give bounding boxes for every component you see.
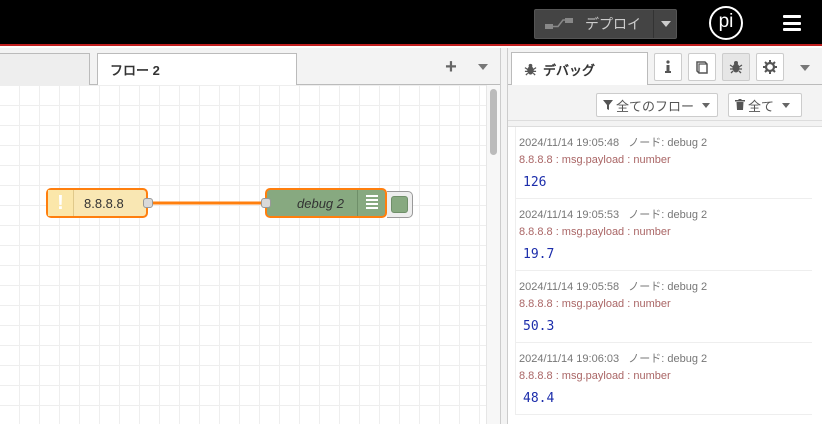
canvas-scrollbar[interactable] (486, 85, 500, 424)
gear-icon[interactable] (756, 53, 784, 81)
filter-dropdown[interactable]: 全てのフロー (596, 93, 718, 117)
deploy-button[interactable]: デプロイ (534, 9, 677, 39)
main-menu-icon[interactable] (783, 15, 801, 31)
message-value[interactable]: 48.4 (523, 391, 554, 406)
inject-node-label: 8.8.8.8 (84, 196, 124, 211)
menu-bar (783, 28, 801, 31)
sidebar-tabs: デバッグ (508, 48, 822, 86)
clear-chevron-down-icon (782, 102, 791, 108)
debug-message[interactable]: 2024/11/14 19:05:53 ノード: debug 2 8.8.8.8… (515, 199, 812, 271)
message-value[interactable]: 50.3 (523, 319, 554, 334)
message-value[interactable]: 126 (523, 175, 546, 190)
debug-input-port[interactable] (261, 198, 271, 208)
message-topic[interactable]: 8.8.8.8 : msg.payload : number (519, 298, 671, 310)
trash-icon (735, 98, 745, 113)
message-meta: 2024/11/14 19:05:53 ノード: debug 2 (519, 209, 708, 221)
sidebar-chevron-down-icon[interactable] (800, 65, 810, 71)
list-icon (357, 190, 385, 216)
menu-bar (783, 21, 801, 25)
inject-output-port[interactable] (143, 198, 153, 208)
sidebar: デバッグ 全てのフロー 全て 2024/11/14 19:05:48 ノード: … (508, 48, 822, 424)
message-topic[interactable]: 8.8.8.8 : msg.payload : number (519, 370, 671, 382)
deploy-chevron-down-icon[interactable] (661, 21, 671, 27)
message-topic[interactable]: 8.8.8.8 : msg.payload : number (519, 154, 671, 166)
tab-debug-label: デバッグ (543, 62, 596, 78)
debug-message[interactable]: 2024/11/14 19:06:03 ノード: debug 2 8.8.8.8… (515, 343, 812, 415)
clear-label: 全て (748, 98, 775, 114)
debug-node[interactable]: debug 2 (265, 188, 387, 218)
filter-chevron-down-icon (702, 102, 711, 108)
debug-toggle-indicator (391, 196, 408, 213)
bug-icon (524, 63, 537, 76)
message-value[interactable]: 19.7 (523, 247, 554, 262)
pi-logo: pi (709, 6, 743, 40)
message-meta: 2024/11/14 19:05:58 ノード: debug 2 (519, 281, 708, 293)
menu-bar (783, 15, 801, 18)
scrollbar-thumb[interactable] (490, 89, 497, 155)
filter-icon (603, 98, 613, 113)
debug-message-list[interactable]: 2024/11/14 19:05:48 ノード: debug 2 8.8.8.8… (508, 126, 822, 424)
warning-icon: ! (48, 190, 74, 216)
message-meta: 2024/11/14 19:05:48 ノード: debug 2 (519, 137, 708, 149)
tab-debug[interactable]: デバッグ (511, 52, 648, 86)
debug-message[interactable]: 2024/11/14 19:05:48 ノード: debug 2 8.8.8.8… (515, 127, 812, 199)
message-topic[interactable]: 8.8.8.8 : msg.payload : number (519, 226, 671, 238)
debug-toolbar: 全てのフロー 全て (508, 85, 822, 121)
debug-toggle-button[interactable] (387, 191, 413, 218)
debug-message[interactable]: 2024/11/14 19:05:58 ノード: debug 2 8.8.8.8… (515, 271, 812, 343)
deploy-separator (653, 10, 654, 38)
message-meta: 2024/11/14 19:06:03 ノード: debug 2 (519, 353, 708, 365)
bug-icon[interactable] (722, 53, 750, 81)
deploy-icon (541, 10, 577, 38)
deploy-label: デプロイ (585, 16, 641, 32)
clear-dropdown[interactable]: 全て (728, 93, 802, 117)
inject-node[interactable]: ! 8.8.8.8 (46, 188, 148, 218)
book-icon[interactable] (688, 53, 716, 81)
info-icon[interactable] (654, 53, 682, 81)
filter-label: 全てのフロー (616, 98, 695, 114)
debug-node-label: debug 2 (297, 196, 344, 211)
sidebar-splitter[interactable] (500, 48, 508, 424)
